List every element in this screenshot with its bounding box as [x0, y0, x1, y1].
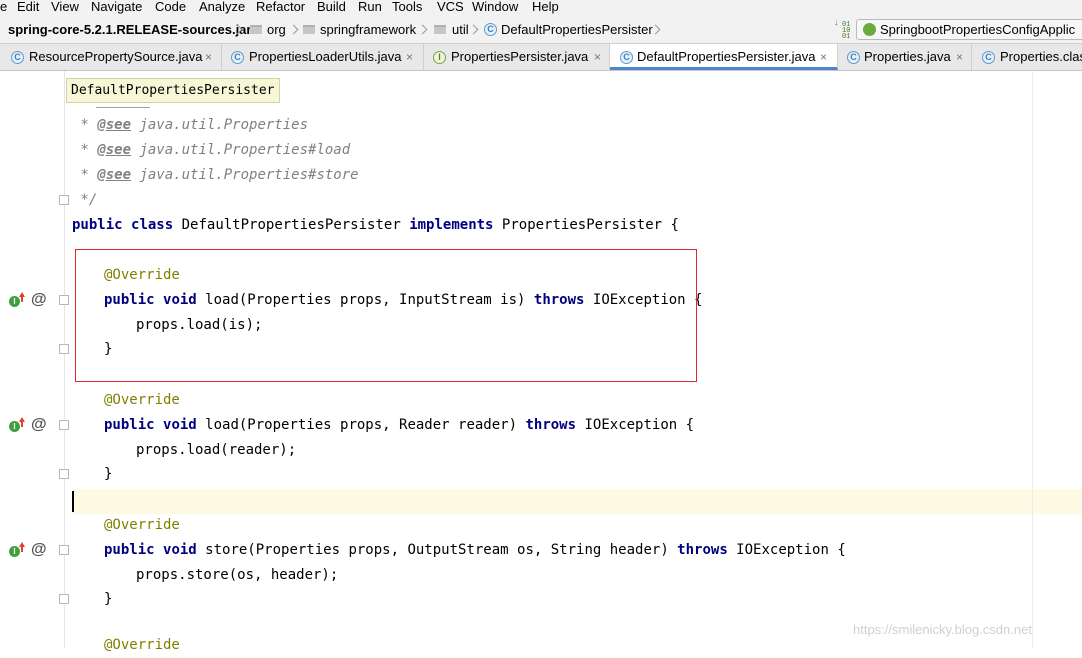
code-line-see-load[interactable]: * @see java.util.Properties#load	[72, 138, 350, 163]
gutter-divider	[64, 71, 65, 648]
text-caret	[72, 491, 74, 512]
class-icon: C	[982, 51, 995, 64]
tab-label: ResourcePropertySource.java	[29, 49, 203, 64]
interface-icon: I	[433, 51, 446, 64]
menu-file-partial[interactable]: e	[0, 0, 7, 15]
folder-icon	[250, 25, 262, 34]
close-icon[interactable]: ×	[205, 49, 212, 65]
code-line-override-3[interactable]: @Override	[104, 513, 180, 538]
tab-label: DefaultPropertiesPersister.java	[637, 49, 816, 64]
code-line-see-store[interactable]: * @see java.util.Properties#store	[72, 163, 358, 188]
breadcrumb-class[interactable]: DefaultPropertiesPersister	[501, 22, 653, 38]
close-icon[interactable]: ×	[406, 49, 413, 65]
code-line-override-4[interactable]: @Override	[104, 633, 180, 658]
code-line-store-body[interactable]: props.store(os, header);	[136, 563, 338, 588]
implements-method-icon[interactable]: I	[9, 542, 25, 558]
fold-marker-icon[interactable]	[59, 469, 69, 479]
class-icon: C	[847, 51, 860, 64]
code-line-override-2[interactable]: @Override	[104, 388, 180, 413]
run-config-selector[interactable]: SpringbootPropertiesConfigApplic	[856, 19, 1082, 40]
code-line-store[interactable]: public void store(Properties props, Outp…	[104, 538, 846, 563]
tab-label: PropertiesPersister.java	[451, 49, 589, 64]
class-icon: C	[620, 51, 633, 64]
implements-method-icon[interactable]: I	[9, 292, 25, 308]
sort-icon[interactable]: ↓ 01 10 01	[834, 20, 852, 41]
menu-help[interactable]: Help	[532, 0, 559, 15]
chevron-right-icon	[468, 24, 479, 35]
tooltip-underline	[96, 104, 150, 108]
fold-marker-icon[interactable]	[59, 295, 69, 305]
fold-marker-icon[interactable]	[59, 594, 69, 604]
tab-label: Properties.clas	[1000, 49, 1082, 64]
breadcrumb-tooltip: DefaultPropertiesPersister	[66, 78, 280, 103]
tab-properties-loader-utils[interactable]: C PropertiesLoaderUtils.java ×	[222, 44, 424, 70]
menu-edit[interactable]: Edit	[17, 0, 39, 15]
code-line-load-reader-body[interactable]: props.load(reader);	[136, 438, 296, 463]
tab-default-properties-persister[interactable]: C DefaultPropertiesPersister.java ×	[610, 44, 838, 70]
spring-boot-icon	[863, 23, 876, 36]
watermark: https://smilenicky.blog.csdn.net	[853, 622, 1032, 637]
fold-marker-icon[interactable]	[59, 195, 69, 205]
menu-refactor[interactable]: Refactor	[256, 0, 305, 15]
class-icon: C	[231, 51, 244, 64]
fold-marker-icon[interactable]	[59, 420, 69, 430]
current-line-highlight	[0, 489, 1082, 514]
tab-label: Properties.java	[864, 49, 951, 64]
override-at-icon[interactable]: @	[31, 416, 47, 434]
tab-properties-persister[interactable]: I PropertiesPersister.java ×	[424, 44, 610, 70]
breadcrumb-jar[interactable]: spring-core-5.2.1.RELEASE-sources.jar	[8, 22, 251, 38]
breadcrumb-springframework[interactable]: springframework	[320, 22, 416, 38]
run-config-label: SpringbootPropertiesConfigApplic	[880, 22, 1076, 37]
tab-properties[interactable]: C Properties.java ×	[838, 44, 972, 70]
right-margin-guide	[1032, 71, 1033, 648]
menu-vcs[interactable]: VCS	[437, 0, 464, 15]
tab-resource-property-source[interactable]: C ResourcePropertySource.java ×	[0, 44, 222, 70]
folder-icon	[303, 25, 315, 34]
menu-analyze[interactable]: Analyze	[199, 0, 245, 15]
chevron-right-icon	[417, 24, 428, 35]
menu-window[interactable]: Window	[472, 0, 518, 15]
code-line-comment-end[interactable]: */	[72, 188, 97, 213]
implements-method-icon[interactable]: I	[9, 417, 25, 433]
fold-marker-icon[interactable]	[59, 545, 69, 555]
highlight-box	[75, 249, 697, 382]
editor-gutter	[0, 71, 72, 648]
menu-tools[interactable]: Tools	[392, 0, 422, 15]
class-icon: C	[11, 51, 24, 64]
navigation-bar: spring-core-5.2.1.RELEASE-sources.jar or…	[0, 15, 1082, 44]
breadcrumb-util[interactable]: util	[452, 22, 469, 38]
override-at-icon[interactable]: @	[31, 541, 47, 559]
code-line-close-brace[interactable]: }	[104, 587, 112, 612]
tab-properties-class[interactable]: C Properties.clas	[972, 44, 1082, 70]
close-icon[interactable]: ×	[820, 49, 827, 65]
editor-tab-bar: C ResourcePropertySource.java × C Proper…	[0, 44, 1082, 71]
menu-code[interactable]: Code	[155, 0, 186, 15]
chevron-right-icon	[288, 24, 299, 35]
override-at-icon[interactable]: @	[31, 291, 47, 309]
fold-marker-icon[interactable]	[59, 344, 69, 354]
menu-bar: e Edit View Navigate Code Analyze Refact…	[0, 0, 1082, 15]
code-line-load-reader[interactable]: public void load(Properties props, Reade…	[104, 413, 694, 438]
code-line-see-properties[interactable]: * @see java.util.Properties	[72, 113, 308, 138]
code-line-class-declaration[interactable]: public class DefaultPropertiesPersister …	[72, 213, 679, 238]
tab-label: PropertiesLoaderUtils.java	[249, 49, 402, 64]
close-icon[interactable]: ×	[956, 49, 963, 65]
code-line-close-brace[interactable]: }	[104, 462, 112, 487]
breadcrumb-org[interactable]: org	[267, 22, 286, 38]
class-icon: C	[484, 23, 497, 36]
close-icon[interactable]: ×	[594, 49, 601, 65]
menu-navigate[interactable]: Navigate	[91, 0, 142, 15]
menu-run[interactable]: Run	[358, 0, 382, 15]
menu-view[interactable]: View	[51, 0, 79, 15]
menu-build[interactable]: Build	[317, 0, 346, 15]
folder-icon	[434, 25, 446, 34]
